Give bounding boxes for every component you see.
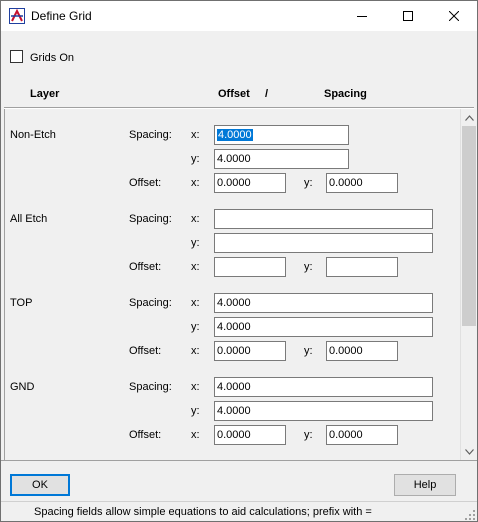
resize-grip-icon[interactable]	[465, 510, 475, 520]
scroll-down-button[interactable]	[461, 443, 477, 460]
offset-x-field[interactable]: 0.0000	[214, 173, 286, 193]
offset-x-field[interactable]: 0.0000	[214, 341, 286, 361]
offset-x-field[interactable]: 0.0000	[214, 425, 286, 445]
offset-y-label: y:	[304, 177, 313, 189]
offset-x-label: x:	[191, 345, 200, 357]
spacing-column-header: Spacing	[324, 88, 367, 100]
status-bar: Spacing fields allow simple equations to…	[1, 501, 477, 521]
button-area-divider	[1, 460, 477, 461]
grids-on-label: Grids On	[30, 52, 75, 64]
title-bar: Define Grid	[1, 1, 477, 31]
spacing-x-field[interactable]: 4.0000	[214, 377, 433, 397]
offset-label: Offset:	[129, 177, 162, 189]
layer-name: All Etch	[10, 213, 48, 225]
offset-label: Offset:	[129, 429, 162, 441]
close-icon	[449, 11, 459, 21]
grids-on-checkbox[interactable]	[10, 50, 23, 63]
spacing-y-label: y:	[191, 237, 200, 249]
vertical-scrollbar[interactable]	[460, 109, 477, 460]
offset-y-label: y:	[304, 261, 313, 273]
spacing-label: Spacing:	[129, 297, 172, 309]
offset-y-field[interactable]: 0.0000	[326, 173, 398, 193]
offset-column-header: Offset	[218, 88, 250, 100]
help-button[interactable]: Help	[394, 474, 456, 496]
ok-button[interactable]: OK	[10, 474, 70, 496]
offset-label: Offset:	[129, 345, 162, 357]
spacing-y-label: y:	[191, 405, 200, 417]
scroll-up-arrow-icon	[465, 114, 474, 121]
maximize-icon	[403, 11, 413, 21]
layer-name: Non-Etch	[10, 129, 56, 141]
offset-y-label: y:	[304, 429, 313, 441]
offset-x-label: x:	[191, 177, 200, 189]
close-button[interactable]	[431, 1, 477, 31]
spacing-label: Spacing:	[129, 213, 172, 225]
maximize-button[interactable]	[385, 1, 431, 31]
define-grid-window: Define Grid Grids On Layer Offset / Spac…	[0, 0, 478, 522]
offset-x-label: x:	[191, 429, 200, 441]
spacing-x-label: x:	[191, 381, 200, 393]
spacing-x-label: x:	[191, 129, 200, 141]
spacing-y-field[interactable]: 4.0000	[214, 317, 433, 337]
header-separator: /	[265, 88, 269, 100]
spacing-x-field[interactable]: 4.0000	[214, 293, 433, 313]
define-grid-app-icon	[9, 8, 25, 24]
spacing-x-label: x:	[191, 297, 200, 309]
offset-x-label: x:	[191, 261, 200, 273]
offset-y-label: y:	[304, 345, 313, 357]
offset-y-field[interactable]	[326, 257, 398, 277]
spacing-label: Spacing:	[129, 381, 172, 393]
spacing-y-label: y:	[191, 321, 200, 333]
spacing-y-field[interactable]: 4.0000	[214, 401, 433, 421]
scrollbar-thumb[interactable]	[462, 126, 476, 326]
scroll-up-button[interactable]	[461, 109, 477, 126]
offset-y-field[interactable]: 0.0000	[326, 341, 398, 361]
offset-label: Offset:	[129, 261, 162, 273]
layer-name: GND	[10, 381, 35, 393]
layer-name: TOP	[10, 297, 33, 309]
spacing-x-field[interactable]	[214, 209, 433, 229]
offset-y-field[interactable]: 0.0000	[326, 425, 398, 445]
layer-column-header: Layer	[30, 88, 60, 100]
spacing-x-field[interactable]: 4.0000	[214, 125, 349, 145]
minimize-icon	[357, 16, 367, 17]
status-message: Spacing fields allow simple equations to…	[34, 506, 372, 518]
scroll-down-arrow-icon	[465, 448, 474, 455]
layer-grid-list: Non-Etch Spacing: x: 4.0000 y: 4.0000 Of…	[4, 109, 461, 460]
spacing-x-value: 4.0000	[217, 129, 253, 141]
spacing-y-field[interactable]	[214, 233, 433, 253]
window-title: Define Grid	[31, 9, 92, 23]
spacing-label: Spacing:	[129, 129, 172, 141]
offset-x-field[interactable]	[214, 257, 286, 277]
spacing-y-label: y:	[191, 153, 200, 165]
minimize-button[interactable]	[339, 1, 385, 31]
spacing-y-field[interactable]: 4.0000	[214, 149, 349, 169]
spacing-x-label: x:	[191, 213, 200, 225]
